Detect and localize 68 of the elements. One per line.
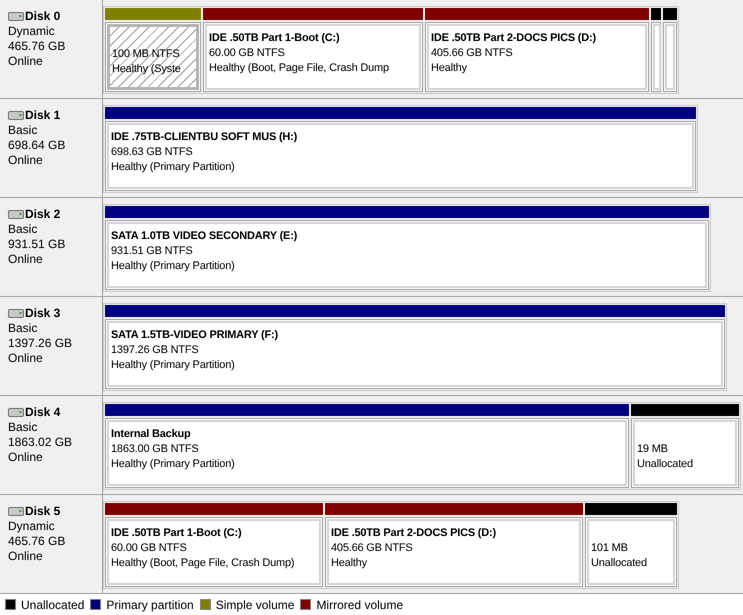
disk-drive-icon xyxy=(8,210,24,219)
legend-label: Primary partition xyxy=(106,596,194,614)
disk-name: Disk 5 xyxy=(25,504,60,519)
disk-type: Dynamic xyxy=(8,519,56,534)
volume-title: IDE .50TB Part 1-Boot (C:) xyxy=(111,526,242,541)
volume-info: Healthy (Primary Partition) xyxy=(111,259,236,274)
disk-type: Dynamic xyxy=(8,24,56,39)
volume-info: Healthy (Primary Partition) xyxy=(111,358,236,373)
volume-title: Internal Backup xyxy=(111,427,192,442)
volume-title: SATA 1.5TB-VIDEO PRIMARY (F:) xyxy=(111,328,279,343)
partition[interactable] xyxy=(651,8,661,92)
volume-info: Healthy xyxy=(431,61,468,76)
disk-size: 698.64 GB xyxy=(8,138,66,153)
volume-info: 19 MB xyxy=(637,442,669,457)
disk-status: Online xyxy=(8,54,44,69)
volume-info: Healthy (Boot, Page File, Crash Dump) xyxy=(111,556,296,571)
volume-info: 1863.00 GB NTFS xyxy=(111,442,200,457)
volume-info: 405.66 GB NTFS xyxy=(431,46,514,61)
disk-type: Basic xyxy=(8,222,38,237)
disk-size: 1863.02 GB xyxy=(8,435,74,450)
disk-name: Disk 2 xyxy=(25,207,60,222)
disk-name: Disk 0 xyxy=(25,9,60,24)
volume-info: Healthy (Syste xyxy=(112,62,182,77)
legend-label: Unallocated xyxy=(21,596,84,614)
disk-size: 465.76 GB xyxy=(8,534,66,549)
disk-type: Basic xyxy=(8,321,38,336)
volume-title: IDE .75TB-CLIENTBU SOFT MUS (H:) xyxy=(111,130,298,145)
disk-drive-icon xyxy=(8,507,24,516)
volume-info: Healthy xyxy=(331,556,368,571)
volume-info: 698.63 GB NTFS xyxy=(111,145,194,160)
disk-size: 931.51 GB xyxy=(8,237,66,252)
disk-status: Online xyxy=(8,351,44,366)
disk-status: Online xyxy=(8,549,44,564)
volume-info: Unallocated xyxy=(637,457,694,472)
disk-name: Disk 3 xyxy=(25,306,60,321)
volume-title: IDE .50TB Part 1-Boot (C:) xyxy=(209,31,340,46)
volume-info: 931.51 GB NTFS xyxy=(111,244,194,259)
volume-info: 1397.26 GB NTFS xyxy=(111,343,200,358)
disk-size: 465.76 GB xyxy=(8,39,66,54)
volume-title: IDE .50TB Part 2-DOCS PICS (D:) xyxy=(331,526,497,541)
disk-size: 1397.26 GB xyxy=(8,336,74,351)
disk-drive-icon xyxy=(8,12,24,21)
partition[interactable] xyxy=(663,8,677,92)
volume-type-bar xyxy=(651,8,661,20)
disk-status: Online xyxy=(8,153,44,168)
disk-drive-icon xyxy=(8,309,24,318)
volume-info: 60.00 GB NTFS xyxy=(209,46,286,61)
volume-title: SATA 1.0TB VIDEO SECONDARY (E:) xyxy=(111,229,298,244)
volume-info: Healthy (Boot, Page File, Crash Dump xyxy=(209,61,390,76)
volume-info: Unallocated xyxy=(591,556,648,571)
disk-drive-icon xyxy=(8,408,24,417)
disk-name: Disk 1 xyxy=(25,108,60,123)
disk-type: Basic xyxy=(8,123,38,138)
disk-drive-icon xyxy=(8,111,24,120)
disk-name: Disk 4 xyxy=(25,405,60,420)
volume-info: 101 MB xyxy=(591,541,629,556)
volume-title: IDE .50TB Part 2-DOCS PICS (D:) xyxy=(431,31,597,46)
volume-info: 60.00 GB NTFS xyxy=(111,541,188,556)
legend-label: Simple volume xyxy=(216,596,294,614)
disk-status: Online xyxy=(8,450,44,465)
volume-type-bar xyxy=(663,8,677,20)
disk-status: Online xyxy=(8,252,44,267)
volume-info: 405.66 GB NTFS xyxy=(331,541,414,556)
volume-info: Healthy (Primary Partition) xyxy=(111,160,236,175)
volume-info: Healthy (Primary Partition) xyxy=(111,457,236,472)
legend-label: Mirrored volume xyxy=(316,596,404,614)
volume-info: 100 MB NTFS xyxy=(112,47,180,62)
disk-type: Basic xyxy=(8,420,38,435)
